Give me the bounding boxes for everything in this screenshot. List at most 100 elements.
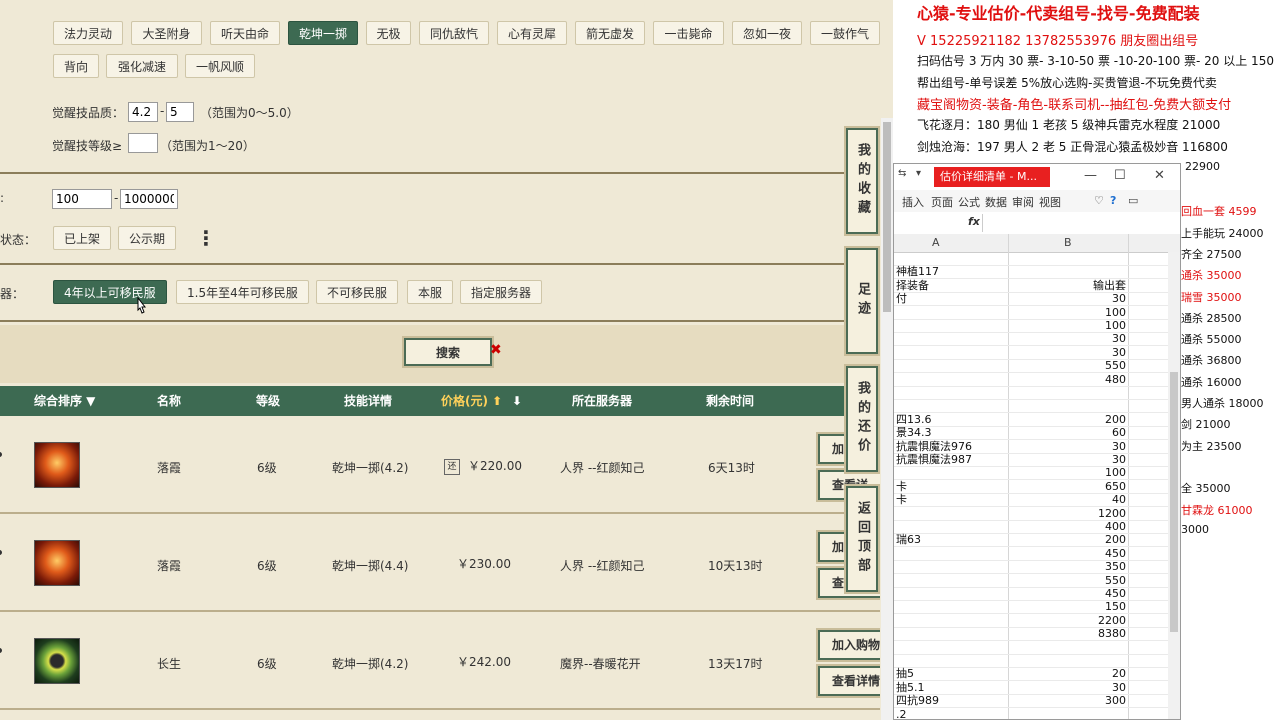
- excel-row[interactable]: 神植117: [894, 265, 1180, 280]
- excel-row[interactable]: 四13.6 200: [894, 413, 1180, 427]
- excel-row[interactable]: [894, 641, 1180, 655]
- page-scrollbar[interactable]: [881, 118, 893, 720]
- skill-tag-10[interactable]: 忽如一夜: [732, 21, 802, 45]
- cell-a[interactable]: 择装备: [896, 279, 929, 292]
- item-icon[interactable]: [34, 540, 80, 586]
- excel-row[interactable]: 550: [894, 359, 1180, 374]
- excel-row[interactable]: [894, 654, 1180, 668]
- excel-row[interactable]: 400: [894, 520, 1180, 534]
- excel-row[interactable]: 480: [894, 373, 1180, 387]
- view-details-button[interactable]: 查看详情: [818, 666, 880, 696]
- column-a-header[interactable]: A: [932, 236, 940, 249]
- footprint-button[interactable]: 足迹: [846, 248, 878, 354]
- cell-b[interactable]: 100: [1010, 319, 1126, 332]
- cell-b[interactable]: 100: [1010, 306, 1126, 319]
- skill-tag-8[interactable]: 箭无虚发: [575, 21, 645, 45]
- cell-b[interactable]: 30: [1010, 332, 1126, 345]
- excel-row[interactable]: .2: [894, 708, 1180, 719]
- sort-price-desc-button[interactable]: ⬇: [512, 386, 522, 416]
- cell-b[interactable]: 输出套: [1010, 279, 1126, 292]
- cell-b[interactable]: 150: [1010, 600, 1126, 613]
- server-option-this[interactable]: 本服: [407, 280, 454, 304]
- cell-b[interactable]: 8380: [1010, 627, 1126, 640]
- server-option-specific[interactable]: 指定服务器: [460, 280, 543, 304]
- skill-tag-1[interactable]: 法力灵动: [53, 21, 123, 45]
- excel-dropdown-icon[interactable]: ▾: [916, 168, 921, 179]
- excel-row[interactable]: 30: [894, 346, 1180, 360]
- skill-tag-row2-1[interactable]: 背向: [53, 54, 99, 78]
- cell-b[interactable]: 300: [1010, 694, 1126, 707]
- sort-price-asc-button[interactable]: 价格(元) ⬆: [441, 386, 502, 416]
- excel-row[interactable]: 卡 650: [894, 480, 1180, 494]
- cell-a[interactable]: 卡: [896, 480, 907, 493]
- ribbon-insert[interactable]: 插入: [902, 194, 924, 210]
- excel-row[interactable]: 150: [894, 600, 1180, 615]
- excel-row[interactable]: 付 30: [894, 292, 1180, 307]
- skill-tag-6[interactable]: 同仇敌忾: [419, 21, 489, 45]
- cell-b[interactable]: 200: [1010, 533, 1126, 546]
- excel-row[interactable]: 择装备 输出套: [894, 279, 1180, 293]
- excel-scrollbar-thumb[interactable]: [1170, 372, 1178, 632]
- cell-b[interactable]: 100: [1010, 466, 1126, 479]
- cell-b[interactable]: 550: [1010, 574, 1126, 587]
- excel-row[interactable]: 四抗989 300: [894, 694, 1180, 709]
- cell-a[interactable]: 四13.6: [896, 413, 932, 426]
- cell-a[interactable]: 抗震惧魔法976: [896, 440, 972, 453]
- ribbon-data[interactable]: 数据: [985, 194, 1007, 210]
- excel-row[interactable]: 8380: [894, 627, 1180, 642]
- ribbon-heart-icon[interactable]: ♡: [1094, 194, 1104, 207]
- ribbon-minimize-icon[interactable]: ▭: [1128, 194, 1138, 207]
- excel-row[interactable]: [894, 399, 1180, 414]
- price-max-input[interactable]: [120, 189, 178, 209]
- cell-b[interactable]: 550: [1010, 359, 1126, 372]
- cell-a[interactable]: 四抗989: [896, 694, 939, 707]
- excel-row[interactable]: 100: [894, 306, 1180, 320]
- excel-row[interactable]: 30: [894, 332, 1180, 347]
- quality-min-input[interactable]: [128, 102, 158, 122]
- cell-b[interactable]: 480: [1010, 373, 1126, 386]
- excel-maximize-button[interactable]: ☐: [1114, 168, 1126, 183]
- ribbon-help-icon[interactable]: ?: [1110, 194, 1116, 207]
- cell-b[interactable]: 60: [1010, 426, 1126, 439]
- excel-row[interactable]: 抽5 20: [894, 667, 1180, 682]
- excel-row[interactable]: 抽5.1 30: [894, 681, 1180, 695]
- skill-tag-2[interactable]: 大圣附身: [131, 21, 202, 45]
- status-public-button[interactable]: 公示期: [118, 226, 177, 250]
- excel-row[interactable]: 100: [894, 466, 1180, 481]
- excel-row[interactable]: [894, 252, 1180, 266]
- excel-row[interactable]: 瑞63 200: [894, 533, 1180, 548]
- back-to-top-button[interactable]: 返回顶部: [846, 486, 878, 592]
- skill-tag-3[interactable]: 听天由命: [210, 21, 280, 45]
- search-button[interactable]: 搜索: [404, 338, 492, 366]
- excel-file-tab[interactable]: 估价详细清单 - M...: [934, 167, 1050, 187]
- skill-tag-11[interactable]: 一鼓作气: [810, 21, 880, 45]
- excel-scrollbar[interactable]: [1168, 252, 1180, 719]
- table-row[interactable]: 落霞 6级 乾坤一掷(4.2) 还 ￥220.00 人界 --红颜知己 6天13时加查看详: [0, 418, 880, 514]
- cell-a[interactable]: 抗震惧魔法987: [896, 453, 972, 466]
- item-name[interactable]: 长生: [157, 655, 181, 672]
- skill-tag-5[interactable]: 无极: [366, 21, 411, 45]
- excel-row[interactable]: 抗震惧魔法976 30: [894, 440, 1180, 454]
- cell-b[interactable]: 40: [1010, 493, 1126, 506]
- my-favorites-button[interactable]: 我的收藏: [846, 128, 878, 234]
- clear-icon[interactable]: ✖: [490, 342, 502, 358]
- ribbon-review[interactable]: 审阅: [1012, 194, 1034, 210]
- item-icon[interactable]: [34, 442, 80, 488]
- excel-row[interactable]: 2200: [894, 614, 1180, 628]
- skill-tag-4[interactable]: 乾坤一掷: [288, 21, 358, 45]
- excel-row[interactable]: 100: [894, 319, 1180, 333]
- cell-b[interactable]: 1200: [1010, 507, 1126, 520]
- cell-b[interactable]: 20: [1010, 667, 1126, 680]
- cell-b[interactable]: 400: [1010, 520, 1126, 533]
- cell-a[interactable]: 卡: [896, 493, 907, 506]
- cell-b[interactable]: 30: [1010, 453, 1126, 466]
- excel-row[interactable]: [894, 386, 1180, 400]
- excel-row[interactable]: 抗震惧魔法987 30: [894, 453, 1180, 467]
- cell-b[interactable]: 350: [1010, 560, 1126, 573]
- table-row[interactable]: 落霞 6级 乾坤一掷(4.4) ￥230.00 人界 --红颜知己 10天13时加查: [0, 516, 880, 612]
- cell-b[interactable]: 450: [1010, 547, 1126, 560]
- status-listed-button[interactable]: 已上架: [53, 226, 112, 250]
- cell-a[interactable]: 抽5: [896, 667, 914, 680]
- quality-max-input[interactable]: [166, 102, 194, 122]
- ribbon-formula[interactable]: 公式: [958, 194, 980, 210]
